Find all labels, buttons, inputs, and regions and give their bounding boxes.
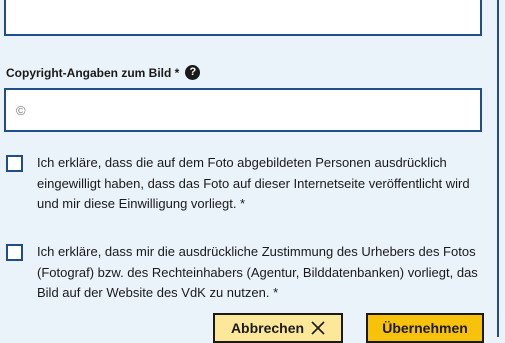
cancel-button[interactable]: Abbrechen [213,313,343,343]
consent-rights-text: Ich erkläre, dass mir die ausdrückliche … [37,244,478,300]
consent-persons-checkbox[interactable] [6,155,23,172]
apply-button-label: Übernehmen [382,320,468,336]
copyright-field-label: Copyright-Angaben zum Bild * ? [6,65,201,80]
help-icon[interactable]: ? [185,65,201,80]
consent-persons-text: Ich erkläre, dass die auf dem Foto abgeb… [37,155,470,211]
cancel-button-label: Abbrechen [230,320,305,336]
previous-text-field[interactable] [4,0,482,36]
apply-button[interactable]: Übernehmen [366,313,484,343]
consent-rights-checkbox[interactable] [6,244,23,261]
copyright-label-text: Copyright-Angaben zum Bild * [6,65,180,80]
close-icon [311,321,325,335]
copyright-input[interactable] [4,88,482,132]
consent-rights-row: Ich erkläre, dass mir die ausdrückliche … [6,242,486,304]
consent-persons-row: Ich erkläre, dass die auf dem Foto abgeb… [6,153,486,215]
panel-right-border [497,0,499,337]
